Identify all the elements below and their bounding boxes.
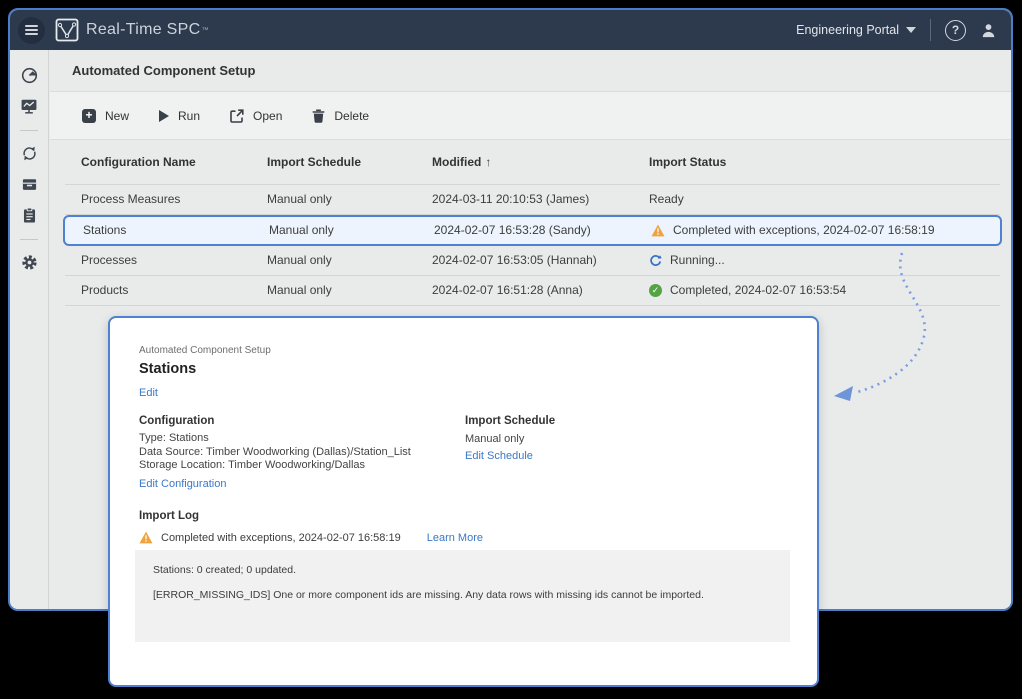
cell: 2024-02-07 16:53:05 (Hannah)	[432, 253, 597, 267]
configuration-details: Type: Stations Data Source: Timber Woodw…	[139, 432, 411, 473]
play-icon	[159, 110, 169, 122]
cell: 2024-03-11 20:10:53 (James)	[432, 192, 589, 206]
settings-gear-icon[interactable]	[20, 253, 38, 271]
open-button[interactable]: Open	[230, 109, 282, 123]
cell: Process Measures	[81, 192, 180, 206]
col-import-schedule[interactable]: Import Schedule	[267, 155, 361, 169]
sidebar-divider	[20, 239, 38, 240]
table-body: Process Measures Manual only 2024-03-11 20…	[50, 185, 1011, 306]
storage-box-icon[interactable]	[20, 175, 38, 193]
config-type: Type: Stations	[139, 432, 411, 446]
col-modified[interactable]: Modified↑	[432, 155, 491, 169]
log-line: [ERROR_MISSING_IDS] One or more componen…	[153, 589, 772, 601]
popup-breadcrumb: Automated Component Setup	[139, 345, 271, 356]
chevron-down-icon	[906, 27, 916, 33]
table-row-stations[interactable]: Stations Manual only 2024-02-07 16:53:28 (…	[63, 215, 1002, 246]
sidebar	[10, 50, 49, 609]
trademark: ™	[201, 27, 208, 34]
new-button[interactable]: + New	[82, 109, 129, 123]
config-storage-location: Storage Location: Timber Woodworking/Dal…	[139, 459, 411, 473]
table-header: Configuration Name Import Schedule Modif…	[65, 140, 1000, 185]
detail-popup: Automated Component Setup Stations Edit …	[108, 316, 819, 687]
status-cell-running: Running...	[649, 253, 725, 267]
edit-configuration-link[interactable]: Edit Configuration	[139, 478, 226, 490]
portal-label: Engineering Portal	[796, 23, 899, 37]
refresh-icon	[649, 254, 662, 267]
col-import-status[interactable]: Import Status	[649, 155, 726, 169]
edit-link[interactable]: Edit	[139, 387, 158, 399]
cell: 2024-02-07 16:51:28 (Anna)	[432, 283, 583, 297]
import-schedule-value: Manual only	[465, 433, 524, 445]
logo-chart-icon	[55, 18, 79, 42]
import-log-status-text: Completed with exceptions, 2024-02-07 16…	[161, 532, 401, 544]
warning-icon	[139, 531, 153, 544]
app-header: Real-Time SPC ™ Engineering Portal ?	[10, 10, 1011, 50]
cell: Processes	[81, 253, 137, 267]
header-divider	[930, 19, 931, 41]
cell: Manual only	[269, 223, 334, 237]
open-external-icon	[230, 109, 244, 123]
edit-schedule-link[interactable]: Edit Schedule	[465, 450, 533, 462]
user-button[interactable]	[980, 22, 997, 39]
sync-icon[interactable]	[20, 144, 38, 162]
table-row-process-measures[interactable]: Process Measures Manual only 2024-03-11 20…	[65, 185, 1000, 215]
plus-icon: +	[82, 109, 96, 123]
screenshot-stage: Real-Time SPC ™ Engineering Portal ?	[0, 0, 1022, 699]
sidebar-divider	[20, 130, 38, 131]
run-button[interactable]: Run	[159, 109, 200, 123]
trash-icon	[312, 109, 325, 123]
page-title: Automated Component Setup	[72, 63, 255, 78]
help-button[interactable]: ?	[945, 20, 966, 41]
learn-more-link[interactable]: Learn More	[427, 532, 483, 544]
user-icon	[980, 22, 997, 39]
table-row-processes[interactable]: Processes Manual only 2024-02-07 16:53:05 …	[65, 246, 1000, 276]
popup-title: Stations	[139, 361, 196, 377]
cell: 2024-02-07 16:53:28 (Sandy)	[434, 223, 591, 237]
status-cell-success: ✓Completed, 2024-02-07 16:53:54	[649, 283, 846, 297]
import-schedule-heading: Import Schedule	[465, 415, 555, 427]
page-title-bar: Automated Component Setup	[50, 50, 1011, 92]
cell: Manual only	[267, 283, 332, 297]
cell: Stations	[83, 223, 126, 237]
dashboard-gauge-icon[interactable]	[20, 66, 38, 84]
status-cell-warning: Completed with exceptions, 2024-02-07 16…	[651, 223, 935, 237]
chart-monitor-icon[interactable]	[20, 97, 38, 115]
status-cell-none: Ready	[649, 192, 684, 206]
delete-button[interactable]: Delete	[312, 109, 369, 123]
menu-button[interactable]	[18, 17, 45, 44]
portal-selector[interactable]: Engineering Portal	[796, 23, 916, 37]
success-check-icon: ✓	[649, 284, 662, 297]
app-logo: Real-Time SPC ™	[55, 18, 208, 42]
configuration-heading: Configuration	[139, 415, 214, 427]
app-title: Real-Time SPC	[86, 21, 200, 39]
toolbar: + New Run Open	[50, 92, 1011, 140]
import-log-status: Completed with exceptions, 2024-02-07 16…	[139, 531, 483, 544]
table-row-products[interactable]: Products Manual only 2024-02-07 16:51:28 (…	[65, 276, 1000, 306]
cell: Products	[81, 283, 128, 297]
clipboard-icon[interactable]	[20, 206, 38, 224]
cell: Manual only	[267, 253, 332, 267]
sort-ascending-icon: ↑	[485, 155, 491, 169]
cell: Manual only	[267, 192, 332, 206]
import-log-heading: Import Log	[139, 510, 199, 522]
log-line: Stations: 0 created; 0 updated.	[153, 564, 772, 576]
config-data-source: Data Source: Timber Woodworking (Dallas)…	[139, 446, 411, 460]
col-configuration-name[interactable]: Configuration Name	[81, 155, 196, 169]
warning-icon	[651, 224, 665, 237]
help-glyph: ?	[952, 23, 959, 37]
import-log-output: Stations: 0 created; 0 updated. [ERROR_M…	[135, 550, 790, 642]
